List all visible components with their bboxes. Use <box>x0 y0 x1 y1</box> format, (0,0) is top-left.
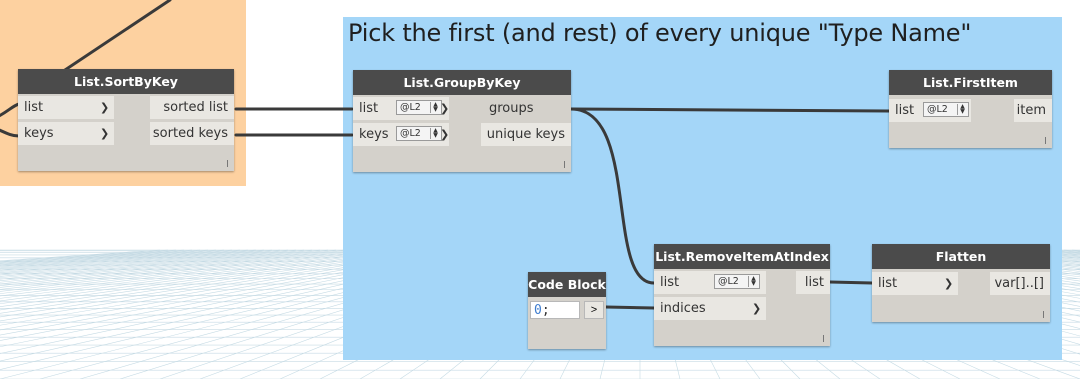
output-port-var[interactable]: var[]..[] <box>990 272 1050 295</box>
port-label: list <box>660 275 680 290</box>
port-label: list <box>24 100 44 115</box>
lacing-value: @L2 <box>400 128 421 139</box>
output-port-sorted-keys[interactable]: sorted keys <box>150 122 234 145</box>
node-list-sortbykey[interactable]: List.SortByKey list ❯ keys ❯ sorted list… <box>18 69 234 171</box>
output-port-unique-keys[interactable]: unique keys <box>481 123 571 146</box>
port-label: list <box>804 275 824 290</box>
port-label: list <box>895 103 915 118</box>
chevron-right-icon: ❯ <box>440 128 450 141</box>
port-label: keys <box>359 127 389 142</box>
chevron-right-icon: ❯ <box>752 302 762 315</box>
input-port-list[interactable]: list @L2 ▲ ▼ <box>654 271 766 294</box>
port-label: sorted keys <box>152 126 228 141</box>
port-label: list <box>359 101 379 116</box>
node-title: List.GroupByKey <box>353 70 571 95</box>
resize-handle[interactable] <box>1043 311 1044 318</box>
input-port-list[interactable]: list ❯ <box>872 272 958 295</box>
port-label: item <box>1016 103 1046 118</box>
code-number: 0 <box>534 302 542 318</box>
chevron-right-icon: ❯ <box>100 101 110 114</box>
lacing-value: @L2 <box>400 102 421 113</box>
spinner-arrows-icon[interactable]: ▲ ▼ <box>430 128 440 139</box>
lacing-value: @L2 <box>718 276 739 287</box>
resize-handle[interactable] <box>564 161 565 168</box>
spinner-arrows-icon[interactable]: ▲ ▼ <box>430 102 440 113</box>
port-label: unique keys <box>486 127 565 142</box>
port-label: indices <box>660 301 706 316</box>
code-editor[interactable]: 0; <box>530 301 580 319</box>
node-list-groupbykey[interactable]: List.GroupByKey list @L2 ▲ ▼ ❯ keys @L2 ▲… <box>353 70 571 172</box>
input-port-keys[interactable]: keys ❯ <box>18 122 114 145</box>
lacing-selector[interactable]: @L2 ▲ ▼ <box>396 100 442 115</box>
node-title: Code Block <box>528 272 606 297</box>
port-label: sorted list <box>163 100 228 115</box>
lacing-selector[interactable]: @L2 ▲ ▼ <box>714 274 760 289</box>
output-glyph: > <box>590 304 598 316</box>
code-punctuation: ; <box>541 302 550 318</box>
output-port-code[interactable]: > <box>584 301 604 319</box>
chevron-right-icon: ❯ <box>100 127 110 140</box>
port-label: groups <box>489 101 534 116</box>
input-port-list[interactable]: list @L2 ▲ ▼ <box>889 99 971 122</box>
spinner-arrows-icon[interactable]: ▲ ▼ <box>957 104 967 115</box>
node-title: List.SortByKey <box>18 69 234 94</box>
port-label: list <box>878 276 898 291</box>
resize-handle[interactable] <box>823 335 824 342</box>
input-port-list[interactable]: list ❯ <box>18 96 114 119</box>
lacing-value: @L2 <box>927 104 948 115</box>
input-port-indices[interactable]: indices ❯ <box>654 297 766 320</box>
output-port-groups[interactable]: groups <box>481 97 571 120</box>
output-port-item[interactable]: item <box>1014 99 1052 122</box>
chevron-right-icon: ❯ <box>440 102 450 115</box>
node-title: List.RemoveItemAtIndex <box>654 244 830 269</box>
node-flatten[interactable]: Flatten list ❯ var[]..[] <box>872 244 1050 322</box>
node-list-firstitem[interactable]: List.FirstItem list @L2 ▲ ▼ item <box>889 70 1052 148</box>
spinner-arrows-icon[interactable]: ▲ ▼ <box>748 276 758 287</box>
resize-handle[interactable] <box>1045 137 1046 144</box>
node-title: List.FirstItem <box>889 70 1052 95</box>
node-code-block[interactable]: Code Block 0; > <box>528 272 606 349</box>
resize-handle[interactable] <box>227 160 228 167</box>
group-title[interactable]: Pick the first (and rest) of every uniqu… <box>348 19 971 47</box>
output-port-list[interactable]: list <box>796 271 830 294</box>
node-title: Flatten <box>872 244 1050 269</box>
input-port-list[interactable]: list @L2 ▲ ▼ ❯ <box>353 97 449 120</box>
input-port-keys[interactable]: keys @L2 ▲ ▼ ❯ <box>353 123 449 146</box>
node-list-removeitematindex[interactable]: List.RemoveItemAtIndex list @L2 ▲ ▼ indic… <box>654 244 830 346</box>
output-port-sorted-list[interactable]: sorted list <box>150 96 234 119</box>
port-label: keys <box>24 126 54 141</box>
lacing-selector[interactable]: @L2 ▲ ▼ <box>923 102 969 117</box>
chevron-right-icon: ❯ <box>944 277 954 290</box>
lacing-selector[interactable]: @L2 ▲ ▼ <box>396 126 442 141</box>
port-label: var[]..[] <box>994 276 1044 291</box>
